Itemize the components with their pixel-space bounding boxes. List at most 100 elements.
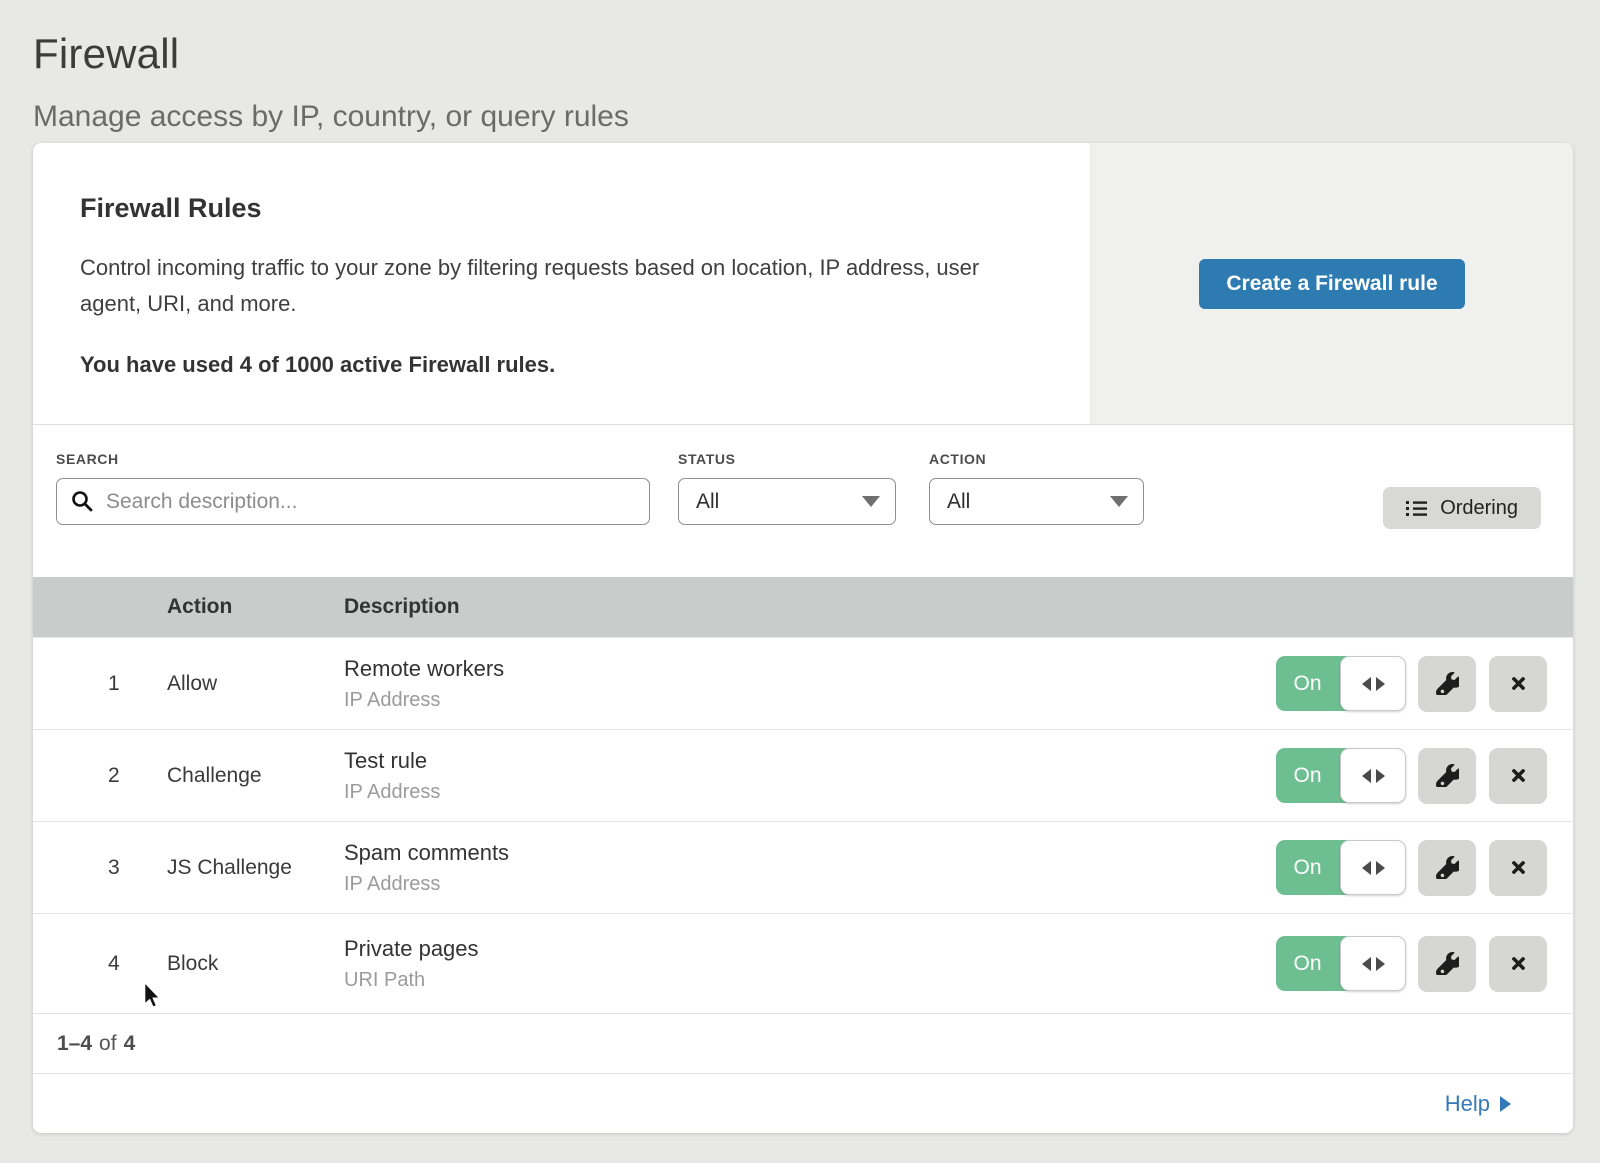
wrench-icon [1436, 672, 1459, 695]
edit-rule-button[interactable] [1418, 840, 1476, 896]
create-firewall-rule-button[interactable]: Create a Firewall rule [1199, 259, 1464, 309]
column-header-action: Action [167, 595, 344, 619]
pagination: 1–4 of 4 [33, 1013, 1573, 1073]
toggle-handle[interactable] [1340, 936, 1406, 991]
search-input-wrap [56, 478, 650, 525]
action-label: ACTION [929, 451, 1144, 467]
rule-enabled-toggle[interactable]: On [1276, 656, 1405, 711]
status-selected-value: All [696, 490, 719, 514]
action-filter-group: ACTION All [929, 451, 1144, 525]
rule-field: IP Address [344, 781, 1273, 804]
page-title: Firewall [33, 30, 1600, 78]
drag-left-icon [1362, 677, 1371, 691]
rule-description: Spam comments [344, 840, 1273, 866]
drag-right-icon [1376, 957, 1385, 971]
table-row: 3 JS Challenge Spam comments IP Address … [33, 821, 1573, 913]
drag-right-icon [1376, 677, 1385, 691]
help-link[interactable]: Help [1445, 1091, 1511, 1117]
rule-controls: On [1273, 840, 1573, 896]
card-footer: Help [33, 1073, 1573, 1133]
column-header-description: Description [344, 595, 1273, 619]
rule-action: Block [167, 952, 344, 976]
toggle-on-label: On [1276, 856, 1339, 880]
search-filter-group: SEARCH [56, 451, 650, 525]
pagination-of: of [99, 1032, 117, 1056]
rule-priority: 2 [33, 764, 167, 788]
delete-rule-button[interactable] [1489, 936, 1547, 992]
status-label: STATUS [678, 451, 896, 467]
status-filter-group: STATUS All [678, 451, 896, 525]
ordering-button-label: Ordering [1440, 497, 1518, 520]
toggle-on-label: On [1276, 764, 1339, 788]
search-icon [71, 490, 94, 513]
delete-rule-button[interactable] [1489, 840, 1547, 896]
rule-enabled-toggle[interactable]: On [1276, 840, 1405, 895]
rule-priority: 3 [33, 856, 167, 880]
close-icon [1509, 954, 1528, 973]
chevron-down-icon [862, 496, 880, 507]
rule-description: Private pages [344, 936, 1273, 962]
rule-description-cell: Private pages URI Path [344, 936, 1273, 992]
page-header: Firewall Manage access by IP, country, o… [0, 0, 1600, 134]
close-icon [1509, 674, 1528, 693]
wrench-icon [1436, 856, 1459, 879]
rule-description: Remote workers [344, 656, 1273, 682]
rule-enabled-toggle[interactable]: On [1276, 936, 1405, 991]
drag-right-icon [1376, 769, 1385, 783]
edit-rule-button[interactable] [1418, 936, 1476, 992]
rule-field: URI Path [344, 969, 1273, 992]
ordering-button[interactable]: Ordering [1383, 487, 1541, 529]
toggle-on-label: On [1276, 672, 1339, 696]
drag-left-icon [1362, 769, 1371, 783]
table-row: 2 Challenge Test rule IP Address On [33, 729, 1573, 821]
rule-description-cell: Spam comments IP Address [344, 840, 1273, 896]
toggle-handle[interactable] [1340, 840, 1406, 895]
search-input[interactable] [56, 478, 650, 525]
drag-left-icon [1362, 861, 1371, 875]
firewall-rules-card: Firewall Rules Control incoming traffic … [33, 143, 1573, 1133]
action-select[interactable]: All [929, 478, 1144, 525]
action-selected-value: All [947, 490, 970, 514]
status-select[interactable]: All [678, 478, 896, 525]
rule-controls: On [1273, 748, 1573, 804]
wrench-icon [1436, 764, 1459, 787]
search-label: SEARCH [56, 451, 650, 467]
close-icon [1509, 858, 1528, 877]
toggle-handle[interactable] [1340, 656, 1406, 711]
rule-field: IP Address [344, 689, 1273, 712]
delete-rule-button[interactable] [1489, 748, 1547, 804]
delete-rule-button[interactable] [1489, 656, 1547, 712]
toggle-on-label: On [1276, 952, 1339, 976]
rule-action: Challenge [167, 764, 344, 788]
drag-left-icon [1362, 957, 1371, 971]
page-subtitle: Manage access by IP, country, or query r… [33, 100, 1600, 134]
pagination-total: 4 [124, 1032, 136, 1056]
section-heading: Firewall Rules [80, 193, 1030, 224]
rule-controls: On [1273, 936, 1573, 992]
toggle-handle[interactable] [1340, 748, 1406, 803]
usage-summary: You have used 4 of 1000 active Firewall … [80, 352, 1030, 378]
rule-field: IP Address [344, 873, 1273, 896]
rule-priority: 1 [33, 672, 167, 696]
close-icon [1509, 766, 1528, 785]
edit-rule-button[interactable] [1418, 748, 1476, 804]
chevron-down-icon [1110, 496, 1128, 507]
drag-right-icon [1376, 861, 1385, 875]
create-rule-panel: Create a Firewall rule [1090, 143, 1573, 424]
edit-rule-button[interactable] [1418, 656, 1476, 712]
table-row: 1 Allow Remote workers IP Address On [33, 637, 1573, 729]
rule-description-cell: Remote workers IP Address [344, 656, 1273, 712]
filter-bar: SEARCH STATUS All ACTION All [33, 425, 1573, 577]
section-description: Control incoming traffic to your zone by… [80, 250, 1030, 322]
wrench-icon [1436, 952, 1459, 975]
rule-controls: On [1273, 656, 1573, 712]
pagination-range: 1–4 [57, 1032, 92, 1056]
help-arrow-icon [1500, 1096, 1511, 1112]
rule-action: JS Challenge [167, 856, 344, 880]
ordering-list-icon [1406, 500, 1427, 517]
rule-enabled-toggle[interactable]: On [1276, 748, 1405, 803]
help-link-label: Help [1445, 1091, 1490, 1117]
rule-description: Test rule [344, 748, 1273, 774]
table-row: 4 Block Private pages URI Path On [33, 913, 1573, 1013]
table-header: Action Description [33, 577, 1573, 637]
